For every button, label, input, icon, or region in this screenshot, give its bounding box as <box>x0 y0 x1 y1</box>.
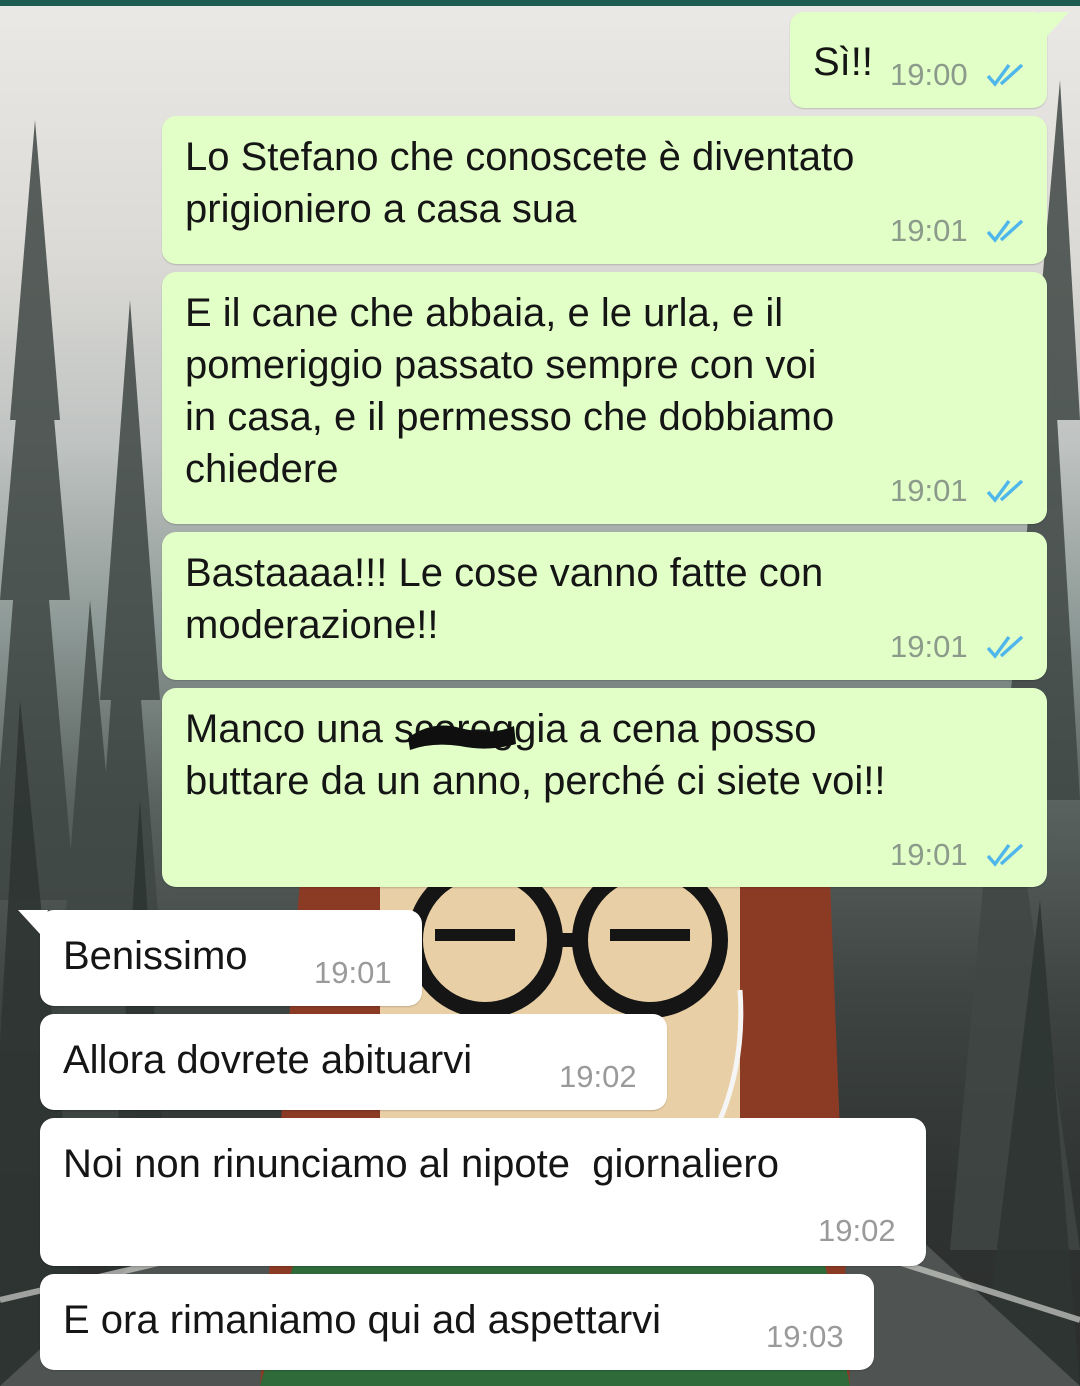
outgoing-message[interactable]: E il cane che abbaia, e le urla, e il po… <box>162 272 1047 524</box>
read-double-check-icon <box>986 479 1024 503</box>
message-time: 19:01 <box>314 955 392 990</box>
read-double-check-icon <box>986 219 1024 243</box>
message-time: 19:00 <box>890 57 968 92</box>
message-text: Lo Stefano che conoscete è diventato pri… <box>185 135 855 231</box>
read-double-check-icon <box>986 635 1024 659</box>
message-time: 19:01 <box>890 629 968 664</box>
message-time: 19:01 <box>890 213 968 248</box>
read-double-check-icon <box>986 843 1024 867</box>
read-double-check-icon <box>986 63 1024 87</box>
message-text: Benissimo <box>63 934 248 978</box>
incoming-message[interactable]: Allora dovrete abituarvi 19:02 <box>40 1014 667 1110</box>
message-text: Noi non rinunciamo al nipote giornaliero <box>63 1142 779 1186</box>
header-strip <box>0 0 1080 6</box>
incoming-message[interactable]: Noi non rinunciamo al nipote giornaliero… <box>40 1118 926 1266</box>
bubble-tail <box>1039 12 1069 36</box>
bubble-tail <box>18 910 48 934</box>
message-text: Sì!! <box>813 40 874 84</box>
message-text: Manco una scoreggia a cena posso buttare… <box>185 707 886 803</box>
message-time: 19:01 <box>890 473 968 508</box>
message-text: Bastaaaa!!! Le cose vanno fatte con mode… <box>185 551 824 647</box>
message-time: 19:02 <box>818 1213 896 1248</box>
message-text: E il cane che abbaia, e le urla, e il po… <box>185 291 835 491</box>
outgoing-message[interactable]: Manco una scoreggia a cena posso buttare… <box>162 688 1047 887</box>
message-time: 19:02 <box>559 1059 637 1094</box>
outgoing-message[interactable]: Sì!! 19:00 <box>790 12 1069 108</box>
message-time: 19:03 <box>766 1319 844 1354</box>
scribble-redaction <box>408 725 516 750</box>
incoming-message[interactable]: E ora rimaniamo qui ad aspettarvi 19:03 <box>40 1274 874 1370</box>
incoming-message[interactable]: Benissimo 19:01 <box>18 910 422 1006</box>
message-time: 19:01 <box>890 837 968 872</box>
outgoing-message[interactable]: Lo Stefano che conoscete è diventato pri… <box>162 116 1047 264</box>
message-text: Allora dovrete abituarvi <box>63 1038 473 1082</box>
message-text: E ora rimaniamo qui ad aspettarvi <box>63 1298 662 1342</box>
outgoing-message[interactable]: Bastaaaa!!! Le cose vanno fatte con mode… <box>162 532 1047 680</box>
